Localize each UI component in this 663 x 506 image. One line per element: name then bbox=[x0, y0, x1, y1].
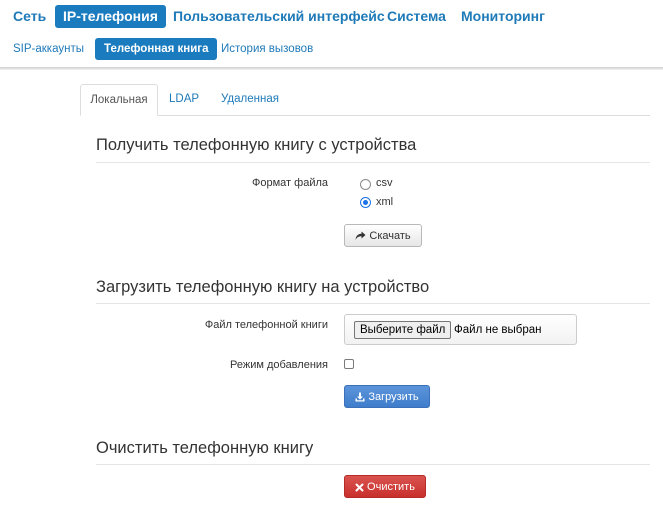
sub-navigation: SIP-аккаунты Телефонная книга История вы… bbox=[0, 38, 663, 62]
nav-item-network[interactable]: Сеть bbox=[13, 5, 46, 28]
main-navigation: Сеть IP-телефония Пользовательский интер… bbox=[0, 0, 663, 34]
nav-item-monitoring[interactable]: Мониторинг bbox=[461, 5, 545, 28]
nav-item-ip-telephony[interactable]: IP-телефония bbox=[55, 5, 166, 28]
upload-button[interactable]: Загрузить bbox=[344, 385, 430, 408]
file-status-text: Файл не выбран bbox=[454, 324, 542, 336]
share-arrow-icon bbox=[355, 231, 366, 240]
phonebook-file-label: Файл телефонной книги bbox=[204, 319, 328, 331]
close-icon bbox=[355, 483, 364, 492]
section-divider bbox=[96, 162, 650, 163]
format-radio-xml[interactable] bbox=[360, 197, 371, 208]
tab-local[interactable]: Локальная bbox=[80, 84, 158, 116]
download-section-title: Получить телефонную книгу с устройства bbox=[96, 136, 417, 154]
subnav-item-phonebook[interactable]: Телефонная книга bbox=[95, 38, 218, 60]
append-mode-checkbox[interactable] bbox=[344, 359, 354, 369]
upload-button-label: Загрузить bbox=[368, 391, 419, 403]
download-button-label: Скачать bbox=[369, 230, 411, 242]
clear-section-title: Очистить телефонную книгу bbox=[96, 439, 314, 457]
append-mode-label: Режим добавления bbox=[230, 359, 328, 371]
tab-ldap[interactable]: LDAP bbox=[169, 84, 199, 114]
file-format-label: Формат файла bbox=[252, 177, 328, 189]
clear-button[interactable]: Очистить bbox=[344, 475, 426, 498]
download-icon bbox=[355, 392, 365, 402]
tab-remote[interactable]: Удаленная bbox=[221, 84, 279, 114]
format-option-csv-label: csv bbox=[376, 177, 393, 189]
nav-item-user-interface[interactable]: Пользовательский интерфейс bbox=[173, 5, 385, 28]
upload-section-title: Загрузить телефонную книгу на устройство bbox=[96, 278, 430, 296]
phonebook-tabs: Локальная LDAP Удаленная bbox=[80, 84, 650, 116]
phonebook-file-input[interactable]: Выберите файл Файл не выбран bbox=[344, 314, 577, 345]
choose-file-button[interactable]: Выберите файл bbox=[354, 321, 452, 339]
section-divider bbox=[96, 303, 650, 304]
nav-item-system[interactable]: Система bbox=[387, 5, 446, 28]
subnav-item-call-history[interactable]: История вызовов bbox=[221, 38, 313, 60]
subnav-item-sip-accounts[interactable]: SIP-аккаунты bbox=[13, 38, 84, 60]
download-button[interactable]: Скачать bbox=[344, 224, 422, 247]
clear-button-label: Очистить bbox=[367, 481, 415, 493]
format-option-xml-label: xml bbox=[376, 196, 394, 208]
format-radio-csv[interactable] bbox=[360, 179, 371, 190]
header-divider bbox=[0, 67, 663, 70]
section-divider bbox=[96, 464, 650, 465]
